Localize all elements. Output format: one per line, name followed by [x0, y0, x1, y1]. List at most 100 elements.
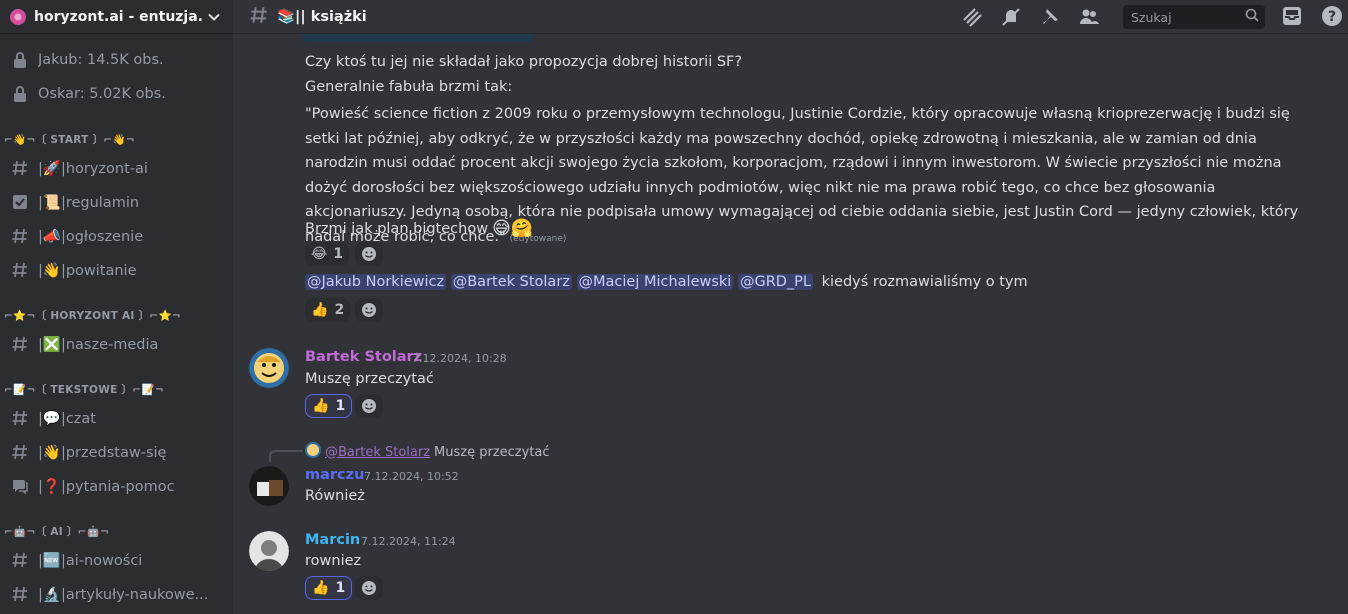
mention-maciej[interactable]: @Maciej Michalewski: [576, 274, 734, 290]
rules-icon: [10, 192, 30, 212]
threads-icon[interactable]: [960, 5, 984, 29]
channel-label: |📜|regulamin: [38, 194, 140, 211]
channel-label: |🚀|horyzont-ai: [38, 160, 148, 177]
reaction-emoji: 👍: [312, 398, 330, 414]
channel-label: |❎|nasze-media: [38, 336, 159, 353]
reaction-joy[interactable]: 😂 1: [305, 242, 350, 266]
search-input[interactable]: [1123, 5, 1265, 29]
category-start[interactable]: ⌐👋¬〔 START 〕⌐👋¬: [4, 130, 135, 148]
hash-icon: [10, 584, 30, 604]
sidebar-item-ogloszenie[interactable]: |📣|ogłoszenie: [6, 221, 227, 251]
category-horyzont-ai[interactable]: ⌐⭐¬〔 HORYZONT AI 〕⌐⭐¬: [4, 306, 181, 324]
search-field[interactable]: [1129, 8, 1245, 26]
chevron-down-icon[interactable]: [205, 8, 223, 26]
header-toolbar: [960, 0, 1116, 34]
message-timestamp: 7.12.2024, 11:24: [361, 535, 456, 548]
mention-bartek[interactable]: @Bartek Stolarz: [450, 274, 572, 290]
sidebar-item-przedstaw-sie[interactable]: |👋|przedstaw-się: [6, 437, 227, 467]
emoji-sweat-smile-hug: 😅🤗: [492, 218, 534, 239]
mention-grd[interactable]: @GRD_PL: [737, 274, 814, 290]
svg-text:?: ?: [1328, 9, 1336, 25]
channel-label: Jakub: 14.5K obs.: [38, 52, 164, 68]
sidebar-item-powitanie[interactable]: |👋|powitanie: [6, 255, 227, 285]
hash-icon: [10, 226, 30, 246]
category-ai[interactable]: ⌐🤖¬〔 AI 〕⌐🤖¬: [4, 522, 109, 540]
search-icon: [1245, 8, 1259, 26]
help-icon[interactable]: ?: [1321, 5, 1343, 31]
reaction-count: 1: [335, 580, 346, 596]
message-author[interactable]: marczu: [305, 467, 364, 483]
inbox-icon[interactable]: [1281, 5, 1303, 31]
add-reaction-icon[interactable]: [355, 298, 383, 322]
mention-jakub[interactable]: @Jakub Norkiewicz: [305, 274, 447, 290]
channel-label: Oskar: 5.02K obs.: [38, 86, 166, 102]
server-name: horyzont.ai - entuzja...: [34, 8, 204, 25]
add-reaction-icon[interactable]: [355, 242, 383, 266]
message-author[interactable]: Marcin: [305, 532, 360, 548]
channel-label: |❓|pytania-pomoc: [38, 478, 175, 495]
message-text: Również: [305, 488, 365, 504]
reaction-thumbs-up[interactable]: 👍 1: [305, 576, 353, 600]
sidebar-item-czat[interactable]: |💬|czat: [6, 403, 227, 433]
sidebar-item-artykuly-naukowe[interactable]: |🔬|artykuły-naukowe...: [6, 579, 227, 609]
reaction-thumbs-up[interactable]: 👍 1: [305, 394, 353, 418]
reaction-emoji: 😂: [311, 246, 328, 262]
channel-title: 📚|| książki: [277, 9, 367, 25]
locked-channel-oskar[interactable]: Oskar: 5.02K obs.: [6, 79, 227, 109]
hash-icon: [10, 442, 30, 462]
channel-label: |🆕|ai-nowości: [38, 552, 143, 569]
message-timestamp: 7.12.2024, 10:28: [412, 352, 507, 365]
message-text-row: Brzmi jak plan bigtechow 😅🤗: [305, 218, 533, 239]
channel-label: |🔬|artykuły-naukowe...: [38, 586, 209, 603]
message-text: Brzmi jak plan bigtechow: [305, 220, 489, 237]
add-reaction-icon[interactable]: [355, 394, 383, 418]
sidebar-item-nasze-media[interactable]: |❎|nasze-media: [6, 329, 227, 359]
avatar[interactable]: [249, 348, 289, 388]
hash-icon: [10, 408, 30, 428]
hash-icon: [10, 158, 30, 178]
hash-icon: [10, 260, 30, 280]
reaction-emoji: 👍: [312, 580, 330, 596]
lock-icon: [10, 50, 30, 70]
reaction-emoji: 👍: [311, 302, 329, 318]
reaction-count: 2: [334, 302, 345, 318]
reply-connector: [269, 450, 303, 462]
message-text: Muszę przeczytać: [305, 371, 434, 387]
hash-icon: [249, 3, 269, 31]
locked-channel-jakub[interactable]: Jakub: 14.5K obs.: [6, 45, 227, 75]
members-icon[interactable]: [1077, 5, 1101, 29]
embed-image-bottom: [303, 34, 533, 42]
reply-preview[interactable]: @Bartek Stolarz Muszę przeczytać: [305, 442, 550, 462]
channel-label: |👋|przedstaw-się: [38, 444, 167, 461]
server-logo-icon: [10, 8, 26, 25]
sidebar-item-pytania-pomoc[interactable]: |❓|pytania-pomoc: [6, 471, 227, 501]
hash-icon: [10, 550, 30, 570]
reaction-thumbs-up[interactable]: 👍 2: [305, 298, 351, 322]
channel-label: |👋|powitanie: [38, 262, 137, 279]
server-header[interactable]: horyzont.ai - entuzja...: [0, 0, 233, 34]
reaction-count: 1: [333, 246, 344, 262]
avatar[interactable]: [249, 531, 289, 571]
avatar[interactable]: [249, 466, 289, 506]
message-text: Generalnie fabuła brzmi tak:: [305, 79, 513, 95]
mute-icon[interactable]: [999, 5, 1023, 29]
lock-icon: [10, 84, 30, 104]
sidebar-item-regulamin[interactable]: |📜|regulamin: [6, 187, 227, 217]
reply-author[interactable]: @Bartek Stolarz: [325, 445, 430, 460]
category-tekstowe[interactable]: ⌐📝¬〔 TEKSTOWE 〕⌐📝¬: [4, 380, 164, 398]
sidebar-item-horyzont-ai[interactable]: |🚀|horyzont-ai: [6, 153, 227, 183]
reaction-count: 1: [335, 398, 346, 414]
message-mentions-row: @Jakub Norkiewicz @Bartek Stolarz @Macie…: [305, 274, 1028, 290]
message-list: Czy ktoś tu jej nie składał jako propozy…: [233, 34, 1348, 614]
hash-icon: [10, 334, 30, 354]
pin-icon[interactable]: [1038, 5, 1062, 29]
sidebar-item-ai-nowosci[interactable]: |🆕|ai-nowości: [6, 545, 227, 575]
message-text: rowniez: [305, 553, 362, 569]
discord-window: horyzont.ai - entuzja... Jakub: 14.5K ob…: [0, 0, 1348, 614]
message-text: kiedyś rozmawialiśmy o tym: [821, 274, 1028, 290]
message-author[interactable]: Bartek Stolarz: [305, 349, 422, 365]
channel-label: |💬|czat: [38, 410, 96, 427]
add-reaction-icon[interactable]: [355, 576, 383, 600]
channel-header: 📚|| książki ?: [233, 0, 1348, 34]
channel-sidebar: horyzont.ai - entuzja... Jakub: 14.5K ob…: [0, 0, 233, 614]
